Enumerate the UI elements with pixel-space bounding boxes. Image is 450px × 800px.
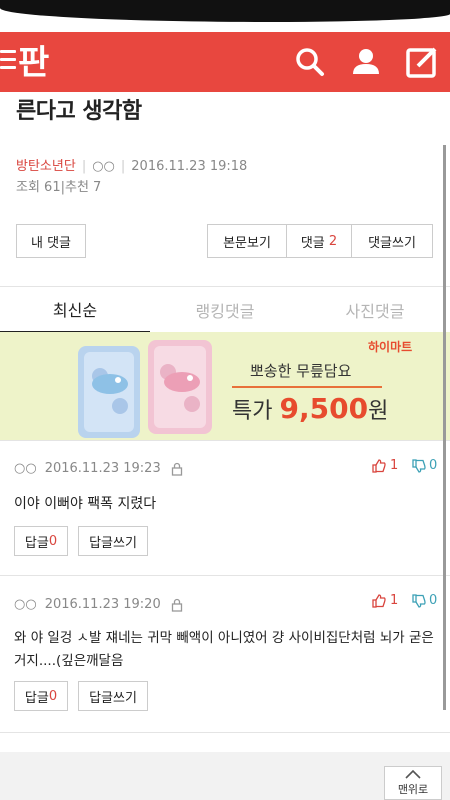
- chevron-up-icon: [405, 769, 421, 779]
- scrollbar[interactable]: [443, 145, 446, 710]
- post-author-tag: ○○: [92, 159, 115, 174]
- post-title: 른다고 생각함: [16, 99, 142, 124]
- tab-photo[interactable]: 사진댓글: [300, 287, 450, 333]
- write-icon[interactable]: [402, 42, 442, 82]
- write-comment-button[interactable]: 댓글쓰기: [351, 224, 433, 258]
- thumbs-down-icon: [412, 593, 426, 608]
- comment-text: 이야 이뻐야 팩폭 지렸다: [14, 496, 157, 512]
- dislike-button[interactable]: 0: [412, 593, 437, 608]
- tab-ranking[interactable]: 랭킹댓글: [150, 287, 300, 333]
- write-reply-button[interactable]: 답글쓰기: [78, 526, 148, 556]
- divider: [0, 732, 450, 733]
- comment-author[interactable]: ○○: [14, 461, 37, 476]
- like-button[interactable]: 1: [372, 593, 398, 608]
- comment-datetime: 2016.11.23 19:23: [44, 461, 161, 476]
- lock-icon: [171, 598, 183, 612]
- my-comments-button[interactable]: 내 댓글: [16, 224, 86, 258]
- post-recommends: 추천 7: [65, 180, 102, 195]
- tab-latest[interactable]: 최신순: [0, 287, 150, 333]
- comment-tabs: 최신순 랭킹댓글 사진댓글: [0, 286, 450, 333]
- post-stats: 조회 61|추천 7: [16, 180, 102, 195]
- ad-banner[interactable]: 하이마트 뽀송한 무릎담요 특가 9,500원: [0, 332, 450, 440]
- lock-icon: [171, 462, 183, 476]
- status-bar-area: [0, 0, 450, 32]
- post-meta: 방탄소년단 | ○○ | 2016.11.23 19:18: [16, 159, 248, 174]
- write-reply-button[interactable]: 답글쓰기: [78, 681, 148, 711]
- search-icon[interactable]: [290, 42, 330, 82]
- comment-meta: ○○ 2016.11.23 19:23: [14, 461, 183, 476]
- ad-product: 뽀송한 무릎담요: [250, 362, 352, 380]
- divider: [0, 575, 450, 576]
- reply-button[interactable]: 답글 0: [14, 526, 68, 556]
- footer-area: [0, 752, 450, 800]
- blanket-image: [78, 340, 212, 438]
- thumbs-up-icon: [372, 593, 386, 608]
- post-views: 조회 61: [16, 180, 61, 195]
- ad-price-line: 특가 9,500원: [232, 392, 389, 425]
- scroll-top-button[interactable]: 맨위로: [384, 766, 442, 800]
- reply-button[interactable]: 답글 0: [14, 681, 68, 711]
- dislike-button[interactable]: 0: [412, 458, 437, 473]
- comments-count-button[interactable]: 댓글 2: [286, 224, 352, 258]
- view-original-button[interactable]: 본문보기: [207, 224, 287, 258]
- comment-datetime: 2016.11.23 19:20: [44, 597, 161, 612]
- scroll-top-label: 맨위로: [397, 783, 429, 796]
- post-author[interactable]: 방탄소년단: [16, 159, 76, 174]
- like-button[interactable]: 1: [372, 458, 398, 473]
- pann-logo[interactable]: 판: [14, 38, 58, 84]
- post-datetime: 2016.11.23 19:18: [131, 159, 248, 174]
- ad-brand: 하이마트: [368, 340, 413, 354]
- thumbs-up-icon: [372, 458, 386, 473]
- comments-count: 2: [328, 233, 338, 249]
- user-icon[interactable]: [346, 42, 386, 82]
- comment-meta: ○○ 2016.11.23 19:20: [14, 597, 183, 612]
- comment-author[interactable]: ○○: [14, 597, 37, 612]
- ad-underline: [232, 386, 382, 388]
- divider: [0, 440, 450, 441]
- status-bar-overlay: [0, 0, 450, 22]
- app-header: 판: [0, 32, 450, 92]
- comment-text: 와 야 일겅 ㅅ발 쟤네는 귀막 빼액이 아니였어 걍 사이비집단처럼 뇌가 굳…: [14, 630, 434, 669]
- ad-price: 9,500: [279, 392, 369, 425]
- thumbs-down-icon: [412, 458, 426, 473]
- svg-text:판: 판: [18, 43, 49, 83]
